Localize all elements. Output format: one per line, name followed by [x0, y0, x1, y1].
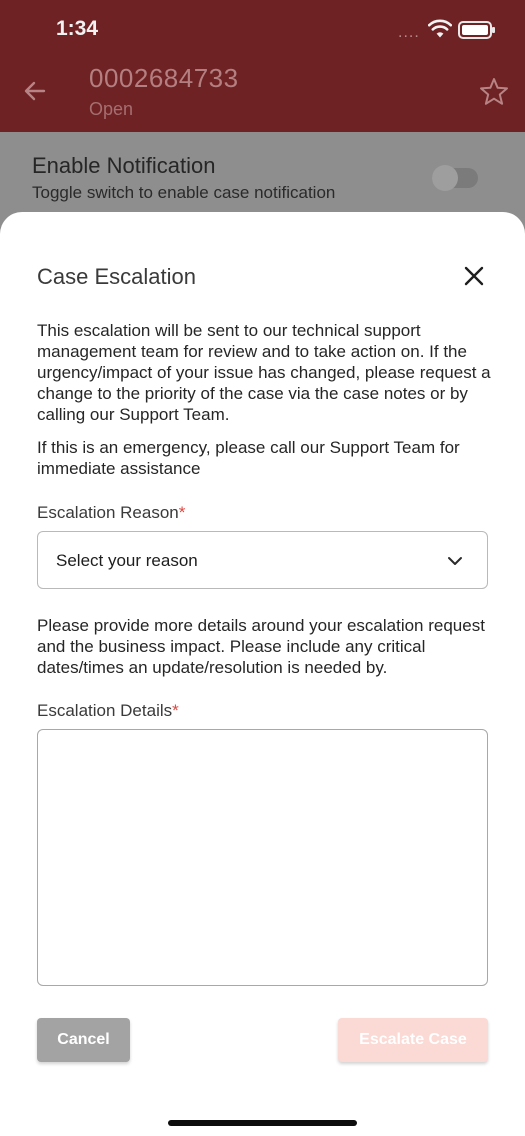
- star-outline-icon[interactable]: [478, 76, 510, 108]
- escalation-intro-text: This escalation will be sent to our tech…: [37, 321, 491, 424]
- arrow-left-icon[interactable]: [22, 78, 48, 104]
- escalation-reason-value: Select your reason: [56, 551, 198, 570]
- status-bar: 1:34 ....: [0, 0, 525, 60]
- sheet-title: Case Escalation: [37, 264, 196, 289]
- escalation-details-label-text: Escalation Details: [37, 701, 173, 720]
- escalation-reason-select[interactable]: Select your reason: [37, 531, 488, 589]
- case-status: Open: [89, 99, 134, 119]
- notification-subtitle: Toggle switch to enable case notificatio…: [32, 183, 336, 202]
- home-indicator[interactable]: [168, 1120, 357, 1126]
- escalate-case-button[interactable]: Escalate Case: [338, 1018, 488, 1062]
- cellular-signal-icon: ....: [398, 24, 420, 41]
- case-number: 0002684733: [89, 63, 239, 93]
- status-time: 1:34: [56, 17, 99, 40]
- escalation-reason-label-text: Escalation Reason: [37, 503, 179, 522]
- escalation-details-textarea[interactable]: [37, 729, 488, 986]
- close-icon[interactable]: [462, 264, 486, 288]
- escalation-details-label: Escalation Details*: [37, 701, 179, 721]
- battery-icon: [458, 21, 495, 39]
- required-asterisk: *: [178, 503, 186, 522]
- details-prompt-text: Please provide more details around your …: [37, 616, 485, 677]
- notification-toggle[interactable]: [432, 165, 478, 191]
- escalation-reason-label: Escalation Reason*: [37, 503, 185, 523]
- app-header: 1:34 .... 0002684733 Open: [0, 0, 525, 132]
- notification-title: Enable Notification: [32, 153, 216, 178]
- wifi-icon: [428, 19, 452, 38]
- required-asterisk: *: [172, 701, 179, 720]
- emergency-text: If this is an emergency, please call our…: [37, 438, 460, 478]
- toggle-knob: [432, 165, 458, 191]
- cancel-button[interactable]: Cancel: [37, 1018, 130, 1062]
- chevron-down-icon: [448, 557, 462, 565]
- case-escalation-sheet: Case Escalation This escalation will be …: [0, 212, 525, 1136]
